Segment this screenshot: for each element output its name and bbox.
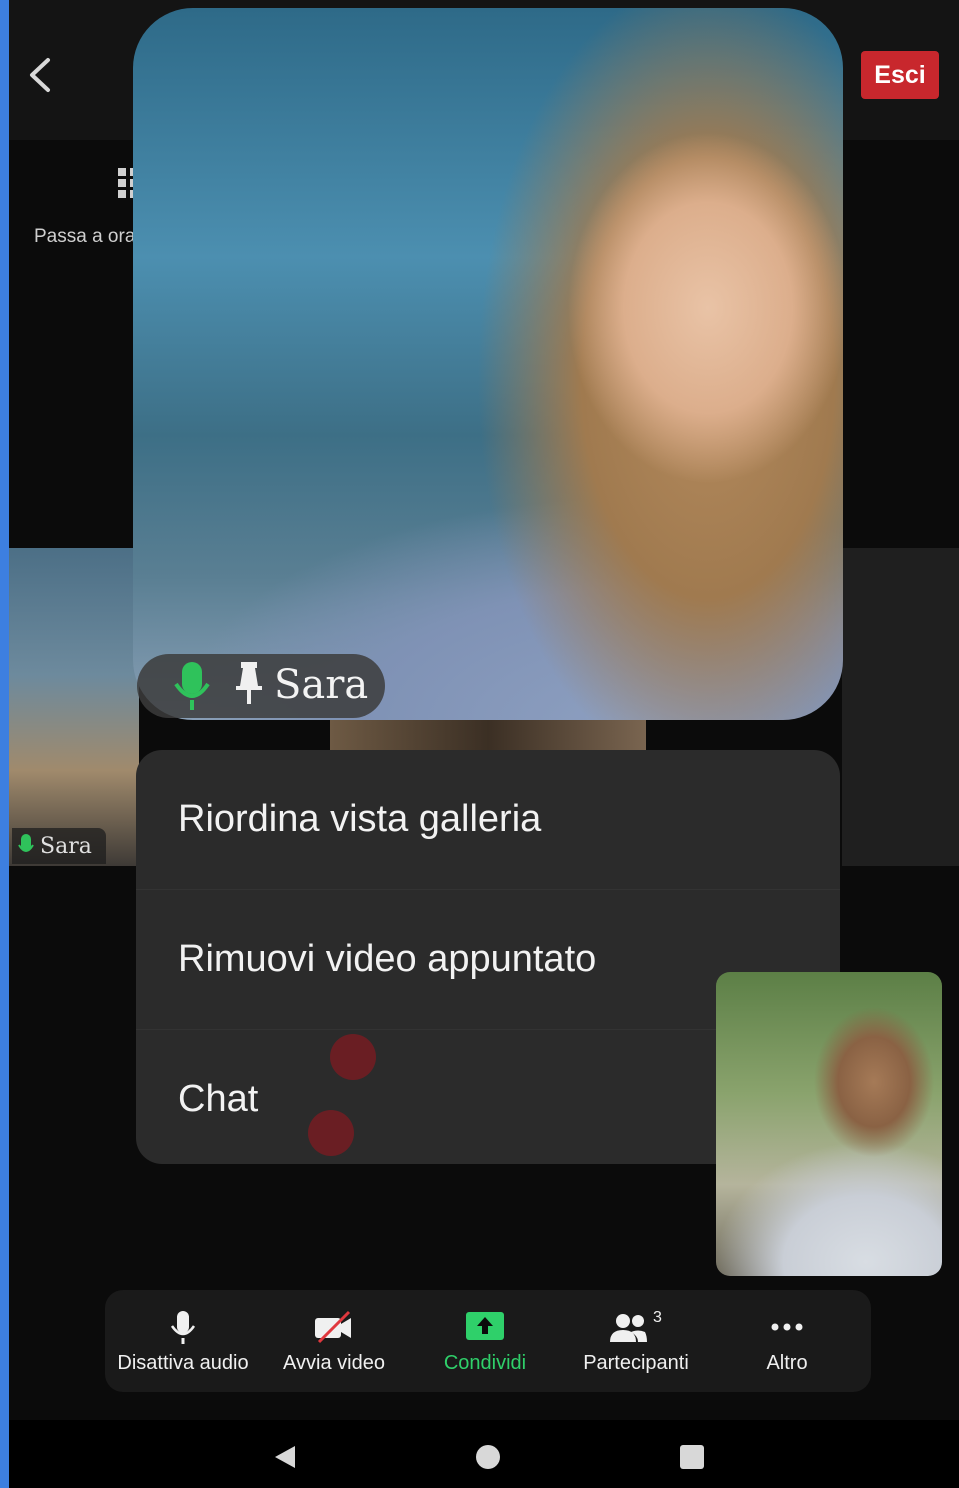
gallery-tile-name-tag: Sara [12, 828, 106, 864]
menu-item-label: Riordina vista galleria [178, 798, 542, 840]
watermark-dot [330, 1034, 376, 1080]
switch-view-label: Passa a ora [34, 226, 136, 247]
gallery-tile-right[interactable] [842, 548, 959, 866]
participants-icon: 3 [610, 1310, 662, 1342]
share-screen-icon [466, 1312, 504, 1340]
more-button[interactable]: Altro [712, 1290, 862, 1392]
pinned-participant-name: Sara [274, 662, 369, 708]
nav-home-button[interactable] [476, 1445, 500, 1469]
self-view-video[interactable] [716, 972, 942, 1276]
share-button[interactable]: Condividi [410, 1290, 560, 1392]
start-video-label: Avvia video [283, 1352, 385, 1374]
microphone-icon [18, 834, 34, 852]
video-off-icon [315, 1310, 351, 1344]
start-video-button[interactable]: Avvia video [259, 1290, 409, 1392]
participants-count: 3 [653, 1310, 662, 1326]
menu-item-label: Rimuovi video appuntato [178, 938, 597, 980]
menu-item-reorder-gallery[interactable]: Riordina vista galleria [136, 750, 840, 890]
participants-label: Partecipanti [583, 1352, 689, 1374]
pinned-video[interactable] [133, 8, 843, 720]
pin-icon [234, 660, 264, 711]
microphone-icon [170, 1311, 196, 1344]
watermark-dot [308, 1110, 354, 1156]
gallery-tile-left[interactable] [9, 548, 139, 866]
participants-button[interactable]: 3 Partecipanti [561, 1290, 711, 1392]
more-label: Altro [766, 1352, 808, 1374]
nav-back-button[interactable] [273, 1445, 297, 1474]
triangle-back-icon [275, 1446, 295, 1468]
mute-audio-label: Disattiva audio [117, 1352, 249, 1374]
window-edge [0, 0, 9, 1488]
meeting-toolbar: Disattiva audio Avvia video Condividi 3 … [105, 1290, 871, 1392]
leave-button[interactable]: Esci [861, 51, 939, 99]
mute-audio-button[interactable]: Disattiva audio [108, 1290, 258, 1392]
microphone-icon [172, 660, 212, 717]
back-button[interactable] [22, 52, 62, 98]
share-label: Condividi [443, 1352, 527, 1374]
chevron-left-icon [30, 58, 50, 92]
gallery-tile-name: Sara [40, 833, 92, 859]
more-icon [771, 1323, 803, 1331]
nav-recents-button[interactable] [680, 1445, 704, 1469]
menu-item-label: Chat [178, 1078, 259, 1120]
